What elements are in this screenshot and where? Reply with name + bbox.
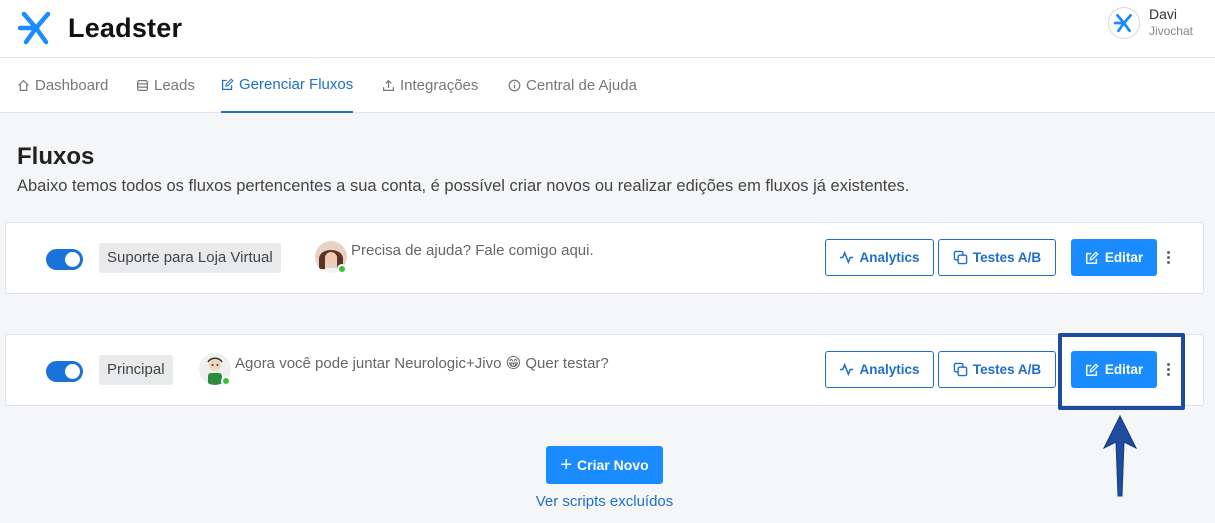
user-menu[interactable]: Davi Jivochat <box>1107 6 1193 40</box>
online-status-dot <box>221 376 231 386</box>
avatar <box>1107 7 1140 39</box>
nav-item-gerenciar-fluxos[interactable]: Gerenciar Fluxos <box>221 58 354 113</box>
edit-icon <box>1085 250 1099 264</box>
nav-item-integracoes[interactable]: Integrações <box>382 58 478 113</box>
online-status-dot <box>337 264 347 274</box>
nav-label: Central de Ajuda <box>526 77 637 94</box>
home-icon <box>18 79 29 91</box>
analytics-label: Analytics <box>859 250 920 265</box>
flow-card: Suporte para Loja Virtual Precisa de aju… <box>5 222 1204 294</box>
edit-label: Editar <box>1104 250 1144 265</box>
nav-item-dashboard[interactable]: Dashboard <box>17 58 108 113</box>
activity-icon <box>840 250 854 265</box>
flow-enabled-toggle[interactable] <box>46 249 83 270</box>
brand-name: Leadster <box>68 12 183 43</box>
activity-icon <box>840 362 854 377</box>
nav-item-central-de-ajuda[interactable]: Central de Ajuda <box>508 58 637 113</box>
user-name: Davi <box>1148 6 1177 22</box>
leadster-logo-icon <box>17 11 51 45</box>
edit-icon <box>222 78 234 90</box>
user-company: Jivochat <box>1148 24 1193 38</box>
analytics-label: Analytics <box>859 362 920 377</box>
deleted-scripts-link[interactable]: Ver scripts excluídos <box>0 493 1209 510</box>
database-icon <box>137 80 148 91</box>
highlight-box <box>1058 333 1185 410</box>
ab-test-label: Testes A/B <box>972 250 1042 265</box>
nav-label: Leads <box>154 77 195 94</box>
flow-name: Principal <box>99 355 173 385</box>
flow-name: Suporte para Loja Virtual <box>99 243 281 273</box>
analytics-button[interactable]: Analytics <box>825 239 934 276</box>
analytics-button[interactable]: Analytics <box>825 351 934 388</box>
nav-label: Integrações <box>400 77 479 94</box>
company-logo-icon <box>1113 13 1132 33</box>
nav-label: Gerenciar Fluxos <box>239 76 354 93</box>
flow-card: Principal Agora você pode juntar Neurolo… <box>5 334 1204 406</box>
top-bar: Leadster Davi Jivochat <box>0 0 1215 58</box>
page-title: Fluxos <box>17 143 95 170</box>
flow-greeting: Agora você pode juntar Neurologic+Jivo 😁… <box>235 355 609 372</box>
page-subtitle: Abaixo temos todos os fluxos pertencente… <box>17 177 910 195</box>
create-new-label: Criar Novo <box>577 457 649 473</box>
copy-icon <box>953 362 968 377</box>
edit-button[interactable]: Editar <box>1071 239 1157 276</box>
nav-item-leads[interactable]: Leads <box>136 58 195 113</box>
logo[interactable]: Leadster <box>16 8 182 48</box>
more-options-icon[interactable] <box>1163 249 1173 269</box>
ab-test-button[interactable]: Testes A/B <box>938 239 1056 276</box>
flow-enabled-toggle[interactable] <box>46 361 83 382</box>
main-nav: Dashboard Leads Gerenciar Fluxos Integra… <box>0 58 1215 113</box>
upload-icon <box>383 79 394 91</box>
info-icon <box>508 79 521 92</box>
nav-label: Dashboard <box>35 77 109 94</box>
ab-test-button[interactable]: Testes A/B <box>938 351 1056 388</box>
copy-icon <box>953 250 968 265</box>
ab-test-label: Testes A/B <box>972 362 1042 377</box>
plus-icon: + <box>560 454 573 476</box>
create-new-button[interactable]: + Criar Novo <box>546 446 663 484</box>
arrow-up-icon <box>1102 414 1138 497</box>
flow-greeting: Precisa de ajuda? Fale comigo aqui. <box>351 242 594 259</box>
